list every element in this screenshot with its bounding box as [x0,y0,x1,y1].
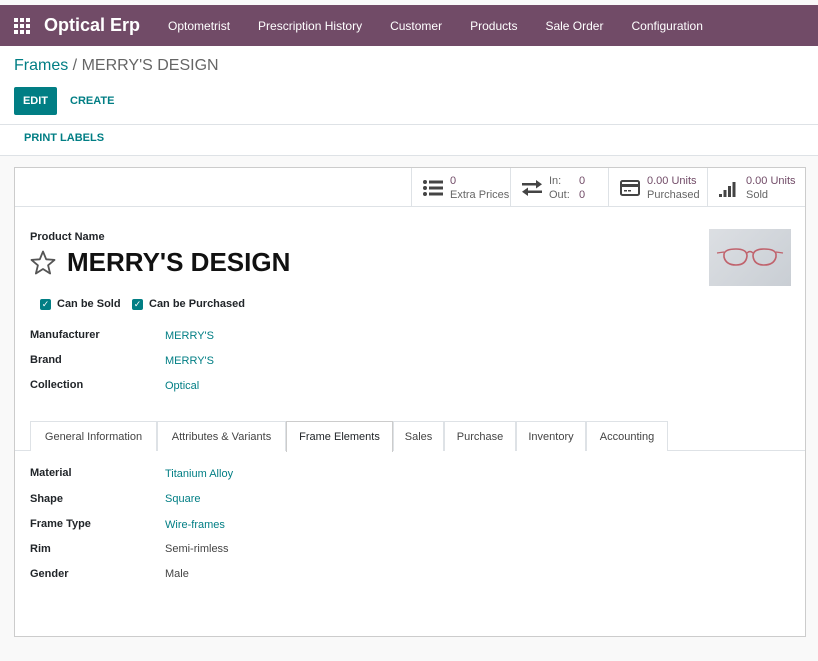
shape-value[interactable]: Square [165,493,200,505]
star-icon[interactable] [30,250,56,276]
gender-label: Gender [30,568,69,580]
tab-attributes-variants[interactable]: Attributes & Variants [157,421,286,451]
rim-value: Semi-rimless [165,543,229,555]
material-value[interactable]: Titanium Alloy [165,468,233,480]
out-value: 0 [579,188,586,201]
frame-type-label: Frame Type [30,518,91,530]
nav-configuration[interactable]: Configuration [617,5,716,46]
control-panel: Frames / MERRY'S DESIGN EDIT CREATE PRIN… [0,46,818,156]
can-be-sold-checkbox-row: ✓ Can be Sold [40,298,121,310]
collection-value[interactable]: Optical [165,380,199,392]
divider [0,124,818,125]
breadcrumb-separator: / [68,57,82,74]
manufacturer-label: Manufacturer [30,329,100,341]
create-button[interactable]: CREATE [70,87,114,115]
frame-type-value[interactable]: Wire-frames [165,519,225,531]
sold-stat-button[interactable]: 0.00 Units Sold [707,168,805,207]
brand-label: Brand [30,354,62,366]
tab-sales[interactable]: Sales [393,421,444,451]
purchased-label: Purchased [647,188,700,201]
app-brand[interactable]: Optical Erp [44,15,140,36]
product-name-label: Product Name [30,231,105,243]
nav-customer[interactable]: Customer [376,5,456,46]
in-value: 0 [579,174,586,187]
brand-value[interactable]: MERRY'S [165,355,214,367]
notebook-tabs: General Information Attributes & Variant… [15,421,805,452]
product-image[interactable] [709,229,791,286]
can-be-purchased-label: Can be Purchased [149,298,245,310]
top-navbar: Optical Erp Optometrist Prescription His… [0,5,818,46]
apps-menu-icon[interactable] [0,5,44,46]
nav-products[interactable]: Products [456,5,531,46]
shape-label: Shape [30,493,64,505]
manufacturer-value[interactable]: MERRY'S [165,330,214,342]
extra-prices-stat-button[interactable]: 0 Extra Prices [411,168,510,207]
credit-card-icon [617,178,643,198]
print-labels-button[interactable]: PRINT LABELS [24,132,104,144]
edit-button[interactable]: EDIT [14,87,57,115]
nav-prescription-history[interactable]: Prescription History [244,5,376,46]
can-be-sold-label: Can be Sold [57,298,121,310]
can-be-purchased-checkbox[interactable]: ✓ [132,298,143,310]
sold-value: 0.00 Units [746,174,796,187]
in-label: In: [549,174,562,187]
tab-frame-elements[interactable]: Frame Elements [286,421,393,452]
can-be-purchased-checkbox-row: ✓ Can be Purchased [132,298,245,310]
gender-value: Male [165,568,189,580]
nav-optometrist[interactable]: Optometrist [154,5,244,46]
extra-prices-label: Extra Prices [450,188,510,201]
breadcrumb-current: MERRY'S DESIGN [81,57,219,74]
out-label: Out: [549,188,570,201]
product-name: MERRY'S DESIGN [67,247,291,277]
collection-label: Collection [30,379,84,391]
form-sheet: 0 Extra Prices In: 0 Out: 0 0.00 Units P… [14,167,806,637]
rim-label: Rim [30,543,51,555]
tab-purchase[interactable]: Purchase [444,421,516,451]
material-label: Material [30,467,72,479]
purchased-stat-button[interactable]: 0.00 Units Purchased [608,168,707,207]
purchased-value: 0.00 Units [647,174,697,187]
tab-accounting[interactable]: Accounting [586,421,668,451]
sold-label: Sold [746,188,769,201]
can-be-sold-checkbox[interactable]: ✓ [40,298,51,310]
tab-inventory[interactable]: Inventory [516,421,586,451]
exchange-icon [519,178,545,198]
signal-bars-icon [716,178,742,198]
tab-general-information[interactable]: General Information [30,421,157,451]
breadcrumb: Frames / MERRY'S DESIGN [14,57,219,75]
in-out-stat-button[interactable]: In: 0 Out: 0 [510,168,608,207]
extra-prices-count: 0 [450,174,457,187]
stat-button-box: 0 Extra Prices In: 0 Out: 0 0.00 Units P… [15,168,805,207]
breadcrumb-frames-link[interactable]: Frames [14,57,68,74]
nav-sale-order[interactable]: Sale Order [531,5,617,46]
list-icon [420,178,446,198]
